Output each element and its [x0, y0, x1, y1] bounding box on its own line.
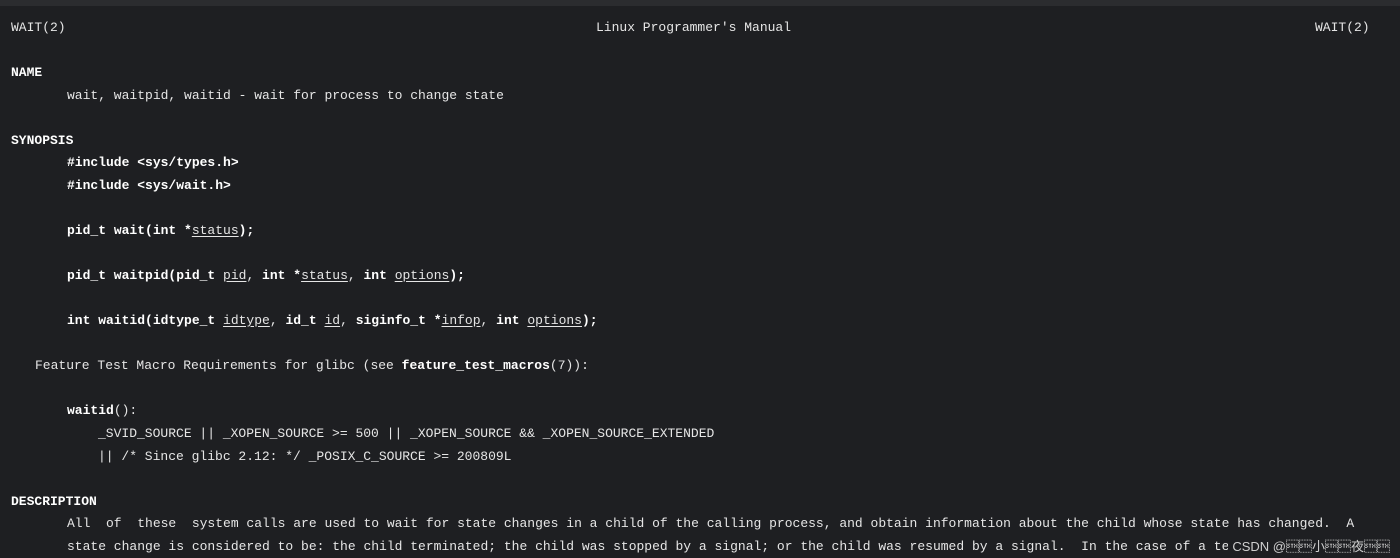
waitid-arg-id: id — [324, 313, 341, 328]
waitid-end: ); — [581, 313, 598, 328]
waitpid-sep2: , — [347, 268, 364, 283]
wait-fn: wait(int * — [113, 223, 192, 238]
feature-test-macro-line: Feature Test Macro Requirements for glib… — [35, 358, 589, 374]
wait-prototype: pid_t wait(int *status); — [67, 223, 254, 239]
waitid-p3: siginfo_t * — [355, 313, 442, 328]
header-center: Linux Programmer's Manual — [596, 20, 792, 35]
waitid-arg-idtype: idtype — [223, 313, 270, 328]
description-line-2: state change is considered to be: the ch… — [67, 539, 1355, 554]
section-name-heading: NAME — [11, 65, 43, 80]
include-sys-types: #include <sys/types.h> — [67, 155, 239, 170]
include-sys-wait: #include <sys/wait.h> — [67, 178, 231, 193]
wait-arg-status: status — [191, 223, 239, 238]
man-page-terminal: WAIT(2) Linux Programmer's Manual WAIT(2… — [0, 0, 1400, 558]
wait-end: ); — [238, 223, 255, 238]
waitid-sep3: , — [480, 313, 497, 328]
waitid-prototype: int waitid(idtype_t idtype, id_t id, sig… — [67, 313, 598, 329]
name-text: wait, waitpid, waitid - wait for process… — [67, 88, 504, 103]
waitid-arg-infop: infop — [441, 313, 481, 328]
requirement-cond1: _SVID_SOURCE || _XOPEN_SOURCE >= 500 || … — [98, 426, 715, 441]
waitpid-p1: pid_t waitpid(pid_t — [67, 268, 224, 283]
header-left: WAIT(2) — [11, 20, 66, 35]
waitpid-p3: int — [363, 268, 395, 283]
waitpid-end: ); — [449, 268, 465, 283]
ftm-post: (7)): — [549, 358, 589, 373]
waitid-arg-options: options — [527, 313, 582, 328]
waitid-p2: id_t — [285, 313, 325, 328]
waitid-p1: int waitid(idtype_t — [67, 313, 224, 328]
waitid-fn-name: waitid — [67, 403, 114, 418]
waitid-requirement: waitid(): — [67, 403, 137, 419]
ftm-pre: Feature Test Macro Requirements for glib… — [35, 358, 402, 373]
header-right: WAIT(2) — [1315, 20, 1370, 35]
waitid-paren: (): — [113, 403, 138, 418]
waitpid-sep1: , — [246, 268, 263, 283]
ftm-link: feature_test_macros — [401, 358, 550, 373]
waitid-sep1: , — [269, 313, 286, 328]
waitpid-arg-pid: pid — [223, 268, 247, 283]
waitpid-arg-options: options — [394, 268, 450, 283]
waitid-sep2: , — [340, 313, 356, 328]
waitpid-p2: int * — [262, 268, 302, 283]
waitpid-prototype: pid_t waitpid(pid_t pid, int *status, in… — [67, 268, 465, 284]
csdn-watermark: CSDN @小夜 — [1228, 536, 1390, 555]
requirement-cond2: || /* Since glibc 2.12: */ _POSIX_C_SOUR… — [98, 449, 512, 464]
waitid-p4: int — [496, 313, 528, 328]
description-line-1: All of these system calls are used to wa… — [67, 516, 1355, 531]
section-description-heading: DESCRIPTION — [11, 494, 97, 509]
wait-ret-type: pid_t — [67, 223, 114, 238]
window-top-bar — [0, 0, 1400, 6]
waitpid-arg-status: status — [301, 268, 348, 283]
section-synopsis-heading: SYNOPSIS — [11, 133, 74, 148]
